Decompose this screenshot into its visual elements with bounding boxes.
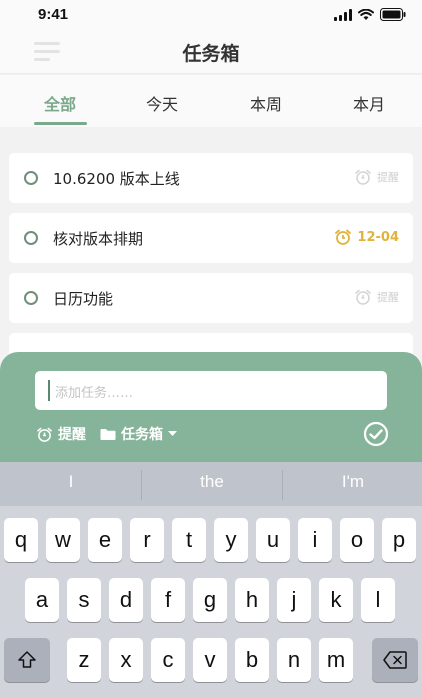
key-y[interactable]: y: [214, 518, 248, 562]
suggestion-bar: I the I'm: [0, 462, 422, 506]
key-e[interactable]: e: [88, 518, 122, 562]
key-c[interactable]: c: [151, 638, 185, 682]
wifi-icon: [358, 8, 374, 21]
suggestion-2[interactable]: the: [142, 472, 282, 492]
status-time: 9:41: [38, 6, 69, 23]
check-circle-icon: [363, 421, 389, 447]
tab-all[interactable]: 全部: [20, 91, 100, 115]
key-f[interactable]: f: [151, 578, 185, 622]
task-title: 日历功能: [53, 290, 114, 308]
key-z[interactable]: z: [67, 638, 101, 682]
task-due-label: 12-04: [357, 229, 399, 245]
task-reminder-label: 提醒: [377, 291, 399, 304]
page-title: 任务箱: [182, 43, 240, 65]
backspace-key[interactable]: [372, 638, 418, 682]
key-x[interactable]: x: [109, 638, 143, 682]
key-d[interactable]: d: [109, 578, 143, 622]
key-q[interactable]: q: [4, 518, 38, 562]
key-l[interactable]: l: [361, 578, 395, 622]
text-caret: [48, 380, 50, 401]
tab-this-week[interactable]: 本周: [226, 91, 306, 115]
folder-icon: [100, 428, 116, 440]
task-reminder[interactable]: 提醒: [354, 289, 399, 305]
task-input-placeholder: 添加任务……: [55, 386, 134, 401]
key-j[interactable]: j: [277, 578, 311, 622]
reminder-label: 提醒: [58, 427, 86, 443]
task-item[interactable]: 日历功能 提醒: [9, 273, 413, 323]
shift-icon: [18, 651, 36, 668]
task-input[interactable]: 添加任务……: [35, 371, 387, 410]
folder-select[interactable]: 任务箱: [100, 424, 177, 444]
tab-bar: 全部 今天 本周 本月: [0, 75, 422, 127]
compose-actions: 提醒 任务箱: [36, 424, 177, 444]
suggestion-3[interactable]: I'm: [283, 472, 422, 492]
alarm-icon: [37, 427, 52, 442]
status-bar: 9:41: [0, 0, 422, 30]
task-checkbox[interactable]: [24, 291, 38, 305]
backspace-icon: [383, 651, 407, 669]
alarm-icon: [335, 229, 352, 245]
key-p[interactable]: p: [382, 518, 416, 562]
key-r[interactable]: r: [130, 518, 164, 562]
task-item[interactable]: 10.6200 版本上线 提醒: [9, 153, 413, 203]
key-h[interactable]: h: [235, 578, 269, 622]
tab-today[interactable]: 今天: [122, 91, 202, 115]
signal-icon: [334, 8, 352, 21]
add-task-panel: 添加任务…… 提醒 任务箱: [0, 352, 422, 462]
alarm-icon: [355, 289, 371, 305]
key-a[interactable]: a: [25, 578, 59, 622]
key-u[interactable]: u: [256, 518, 290, 562]
key-g[interactable]: g: [193, 578, 227, 622]
task-checkbox[interactable]: [24, 231, 38, 245]
task-title: 10.6200 版本上线: [53, 170, 180, 188]
caret-down-icon: [168, 431, 177, 436]
tab-this-month[interactable]: 本月: [329, 91, 409, 115]
task-due-date[interactable]: 12-04: [334, 229, 399, 245]
keyboard: I the I'm q w e r t y u i o p a s d f g …: [0, 462, 422, 698]
key-s[interactable]: s: [67, 578, 101, 622]
task-item[interactable]: 核对版本排期 12-04: [9, 213, 413, 263]
task-reminder[interactable]: 提醒: [354, 169, 399, 185]
nav-bar: 任务箱: [0, 30, 422, 74]
key-n[interactable]: n: [277, 638, 311, 682]
tab-active-indicator: [34, 122, 87, 125]
reminder-button[interactable]: 提醒: [36, 424, 86, 444]
shift-key[interactable]: [4, 638, 50, 682]
key-o[interactable]: o: [340, 518, 374, 562]
key-m[interactable]: m: [319, 638, 353, 682]
key-w[interactable]: w: [46, 518, 80, 562]
key-v[interactable]: v: [193, 638, 227, 682]
suggestion-1[interactable]: I: [1, 472, 141, 492]
key-b[interactable]: b: [235, 638, 269, 682]
task-title: 核对版本排期: [53, 230, 144, 248]
confirm-button[interactable]: [363, 421, 389, 451]
key-t[interactable]: t: [172, 518, 206, 562]
folder-label: 任务箱: [121, 427, 163, 443]
battery-icon: [380, 8, 406, 21]
key-i[interactable]: i: [298, 518, 332, 562]
status-icons: [334, 8, 406, 21]
alarm-icon: [355, 169, 371, 185]
task-checkbox[interactable]: [24, 171, 38, 185]
key-k[interactable]: k: [319, 578, 353, 622]
task-reminder-label: 提醒: [377, 171, 399, 184]
